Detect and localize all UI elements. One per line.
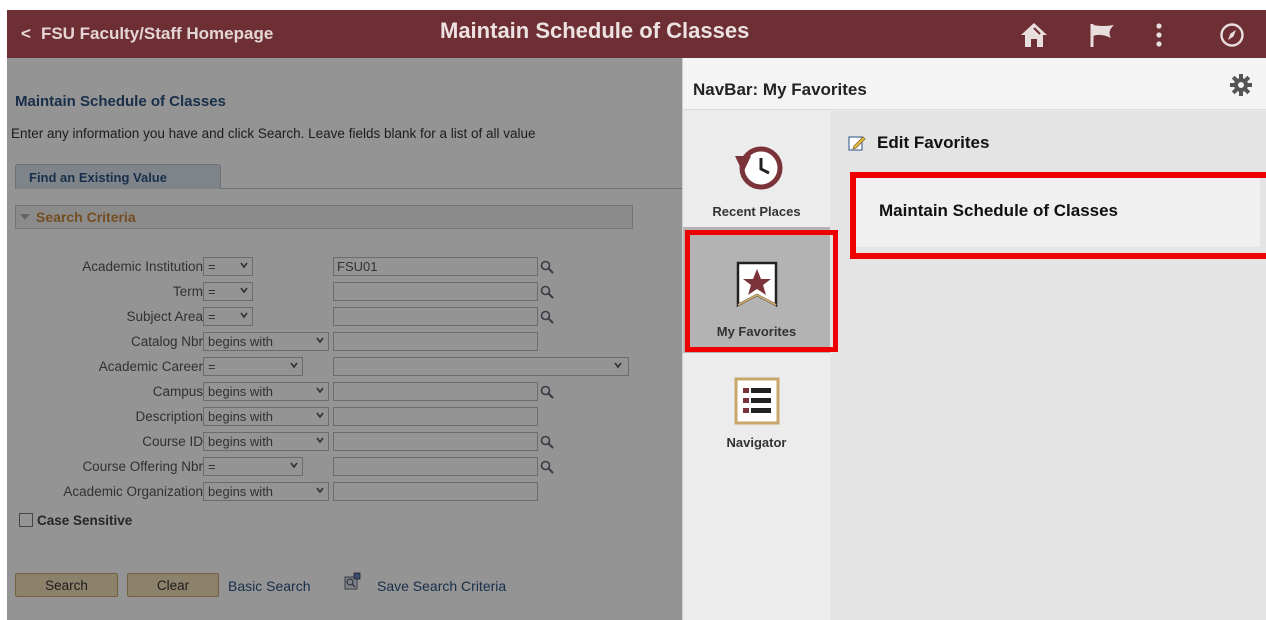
search-page: Maintain Schedule of Classes Enter any i…: [7, 58, 682, 620]
home-icon[interactable]: [1019, 22, 1049, 48]
header-bar: < FSU Faculty/Staff Homepage Maintain Sch…: [7, 10, 1266, 58]
chevron-left-icon: <: [21, 24, 31, 43]
edit-favorites-label: Edit Favorites: [877, 133, 990, 152]
tile-label: Navigator: [726, 435, 787, 450]
tile-label: Recent Places: [712, 204, 801, 219]
kebab-menu-icon[interactable]: [1154, 22, 1164, 48]
modal-dim-overlay[interactable]: [7, 58, 682, 620]
app-frame: < FSU Faculty/Staff Homepage Maintain Sch…: [7, 0, 1266, 620]
back-to-homepage-link[interactable]: < FSU Faculty/Staff Homepage: [21, 24, 273, 44]
gear-icon[interactable]: [1230, 74, 1252, 96]
navbar-header: NavBar: My Favorites: [683, 58, 1266, 110]
my-favorites-callout-box: [685, 230, 838, 352]
edit-pencil-icon: [848, 136, 866, 151]
flag-icon[interactable]: [1089, 22, 1117, 48]
favorite-item-callout-box: [850, 172, 1266, 259]
recent-places-icon: [683, 143, 830, 198]
navbar-tiles: Recent Places My Favorites Navigator: [683, 111, 830, 620]
tile-navigator[interactable]: Navigator: [683, 355, 830, 467]
compass-icon[interactable]: [1219, 22, 1245, 48]
page-title: Maintain Schedule of Classes: [440, 18, 750, 43]
tile-recent-places[interactable]: Recent Places: [683, 111, 830, 225]
back-link-label: FSU Faculty/Staff Homepage: [40, 24, 274, 43]
navigator-list-icon: [683, 377, 830, 430]
navbar-title: NavBar: My Favorites: [693, 80, 867, 99]
